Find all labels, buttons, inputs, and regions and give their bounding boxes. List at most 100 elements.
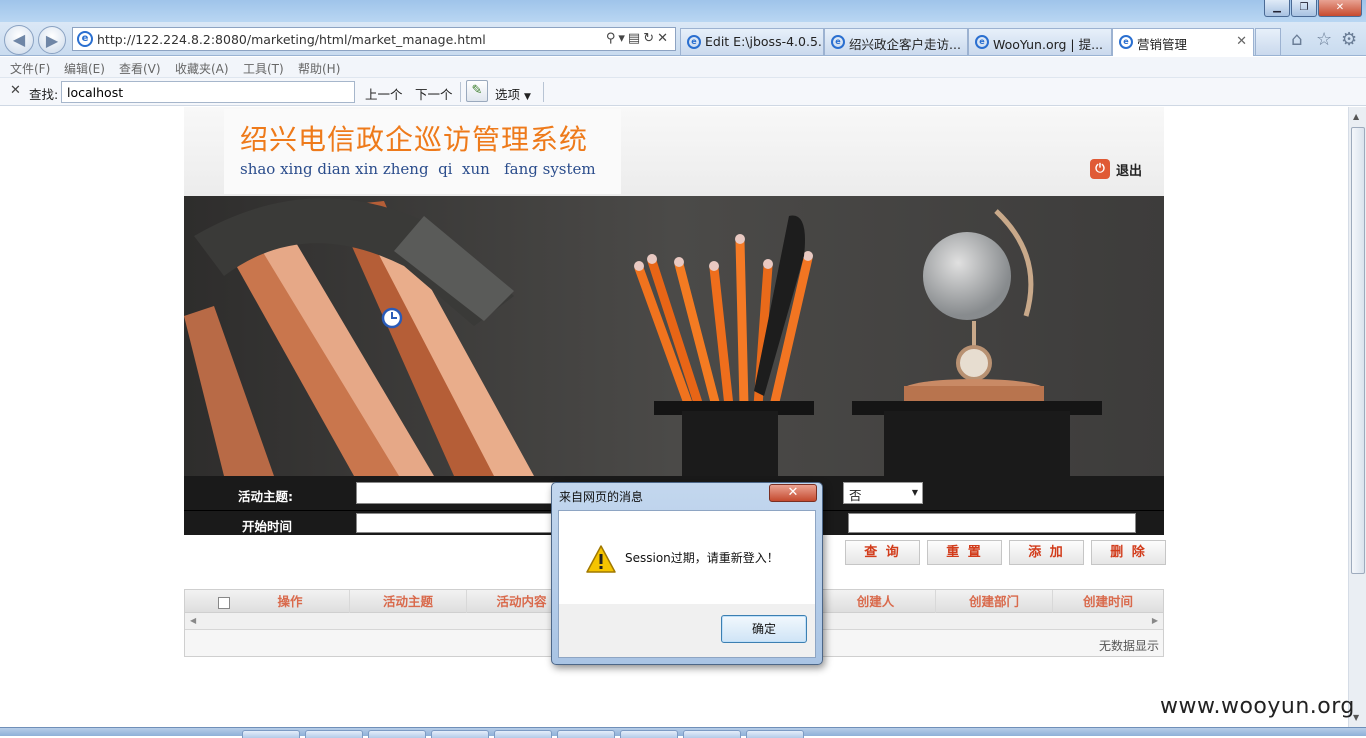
column-header: 创建部门	[935, 590, 1052, 613]
menu-help[interactable]: 帮助(H)	[298, 60, 340, 77]
separator	[460, 82, 461, 102]
logout-button[interactable]: ⏻ 退出	[1090, 159, 1142, 179]
find-label: 查找:	[29, 87, 59, 102]
window-titlebar: ▁ ❐ ✕	[0, 0, 1366, 22]
address-url[interactable]: http://122.224.8.2:8080/marketing/html/m…	[97, 32, 486, 47]
os-taskbar	[0, 727, 1366, 738]
scroll-right-icon[interactable]: ▶	[1152, 616, 1158, 625]
browser-tab[interactable]: e WooYun.org | 提...	[968, 28, 1112, 55]
banner-photo	[184, 196, 1164, 476]
browser-tab-active[interactable]: e 营销管理 ✕	[1112, 28, 1254, 56]
banner-image	[184, 196, 1164, 476]
menu-file[interactable]: 文件(F)	[10, 60, 50, 77]
query-button[interactable]: 查 询	[845, 540, 920, 565]
dialog-message: Session过期，请重新登入！	[625, 551, 779, 565]
start-time-input[interactable]	[356, 513, 556, 533]
site-title: 绍兴电信政企巡访管理系统	[240, 123, 589, 156]
separator	[543, 82, 544, 102]
ie-tab-icon: e	[831, 35, 845, 49]
site-header: 绍兴电信政企巡访管理系统 shao xing dian xin zheng qi…	[184, 107, 1164, 196]
menu-edit[interactable]: 编辑(E)	[64, 60, 105, 77]
menu-view[interactable]: 查看(V)	[119, 60, 161, 77]
browser-navbar: ◀ ▶ e http://122.224.8.2:8080/marketing/…	[0, 22, 1366, 56]
select-all-checkbox[interactable]	[218, 597, 230, 609]
search-icon[interactable]: ⚲	[606, 31, 619, 46]
ie-tab-icon: e	[1119, 35, 1133, 49]
taskbar-item[interactable]	[494, 730, 552, 738]
address-bar[interactable]: e http://122.224.8.2:8080/marketing/html…	[72, 27, 676, 51]
tab-close-icon[interactable]: ✕	[1236, 34, 1247, 49]
end-time-input[interactable]	[848, 513, 1136, 533]
find-options-button[interactable]: 选项 ▼	[495, 84, 531, 103]
reset-button[interactable]: 重 置	[927, 540, 1002, 565]
tab-label: WooYun.org | 提...	[993, 37, 1104, 52]
logo-box: 绍兴电信政企巡访管理系统 shao xing dian xin zheng qi…	[224, 109, 621, 194]
taskbar-item[interactable]	[368, 730, 426, 738]
topic-label: 活动主题:	[238, 489, 293, 504]
refresh-icon[interactable]: ↻	[643, 31, 657, 46]
column-header: 创建人	[815, 590, 935, 613]
dropdown-icon[interactable]: ▾	[618, 31, 628, 46]
chevron-down-icon: ▼	[524, 92, 531, 102]
add-button[interactable]: 添 加	[1009, 540, 1084, 565]
column-header: 操作	[277, 594, 303, 609]
find-next-button[interactable]: 下一个	[415, 84, 453, 103]
back-button[interactable]: ◀	[4, 25, 34, 55]
tab-label: Edit E:\jboss-4.0.5....	[705, 34, 824, 49]
taskbar-item[interactable]	[620, 730, 678, 738]
stop-icon[interactable]: ✕	[657, 31, 671, 46]
find-prev-button[interactable]: 上一个	[365, 84, 403, 103]
taskbar-item[interactable]	[557, 730, 615, 738]
find-input[interactable]	[61, 81, 355, 103]
alert-dialog: 来自网页的消息 ✕ Session过期，请重新登入！ 确定	[551, 482, 823, 665]
delete-button[interactable]: 删 除	[1091, 540, 1166, 565]
page-vertical-scrollbar[interactable]: ▲ ▼	[1348, 107, 1366, 727]
site-subtitle: shao xing dian xin zheng qi xun fang sys…	[240, 160, 596, 178]
status-select[interactable]: 否 ▼	[843, 482, 923, 504]
compat-view-icon[interactable]: ▤	[628, 31, 643, 46]
ie-tab-icon: e	[975, 35, 989, 49]
find-options-label: 选项	[495, 87, 521, 102]
find-close-icon[interactable]: ✕	[10, 83, 21, 98]
new-tab-button[interactable]	[1255, 28, 1281, 55]
browser-tab[interactable]: e Edit E:\jboss-4.0.5....	[680, 28, 824, 55]
taskbar-item[interactable]	[683, 730, 741, 738]
tools-gear-icon[interactable]: ⚙	[1341, 29, 1357, 50]
warning-icon	[586, 545, 616, 573]
logout-label: 退出	[1116, 163, 1143, 179]
maximize-button[interactable]: ❐	[1291, 0, 1317, 17]
status-select-value: 否	[849, 488, 862, 503]
address-tools[interactable]: ⚲▾▤↻✕	[606, 31, 671, 46]
menu-tools[interactable]: 工具(T)	[243, 60, 284, 77]
chevron-down-icon: ▼	[911, 488, 918, 497]
browser-tab[interactable]: e 绍兴政企客户走访...	[824, 28, 968, 55]
dialog-body: Session过期，请重新登入！ 确定	[558, 510, 816, 658]
scroll-thumb[interactable]	[1351, 127, 1365, 574]
find-bar: ✕ 查找: 上一个 下一个 ✎ 选项 ▼	[0, 78, 1366, 106]
taskbar-item[interactable]	[431, 730, 489, 738]
home-icon[interactable]: ⌂	[1291, 29, 1302, 50]
tab-label: 营销管理	[1137, 37, 1188, 52]
ok-button[interactable]: 确定	[721, 615, 807, 643]
grid-empty-text: 无数据显示	[1098, 639, 1159, 653]
topic-input[interactable]	[356, 482, 556, 504]
forward-button[interactable]: ▶	[38, 26, 66, 54]
favorites-star-icon[interactable]: ☆	[1316, 29, 1332, 50]
power-icon: ⏻	[1090, 159, 1110, 179]
menu-bar: 文件(F) 编辑(E) 查看(V) 收藏夹(A) 工具(T) 帮助(H)	[0, 57, 1366, 78]
start-time-label: 开始时间	[242, 519, 293, 534]
scroll-left-icon[interactable]: ◀	[190, 616, 196, 625]
busy-clock-icon	[381, 307, 403, 329]
watermark-text: www.wooyun.org	[1160, 694, 1355, 719]
highlight-pen-icon[interactable]: ✎	[466, 80, 488, 102]
menu-favorites[interactable]: 收藏夹(A)	[175, 60, 229, 77]
scroll-up-icon[interactable]: ▲	[1353, 112, 1359, 121]
taskbar-item[interactable]	[746, 730, 804, 738]
window-controls: ▁ ❐ ✕	[1264, 0, 1362, 18]
tab-label: 绍兴政企客户走访...	[849, 37, 961, 52]
dialog-close-button[interactable]: ✕	[769, 484, 817, 502]
taskbar-item[interactable]	[242, 730, 300, 738]
close-window-button[interactable]: ✕	[1318, 0, 1362, 17]
minimize-button[interactable]: ▁	[1264, 0, 1290, 17]
taskbar-item[interactable]	[305, 730, 363, 738]
